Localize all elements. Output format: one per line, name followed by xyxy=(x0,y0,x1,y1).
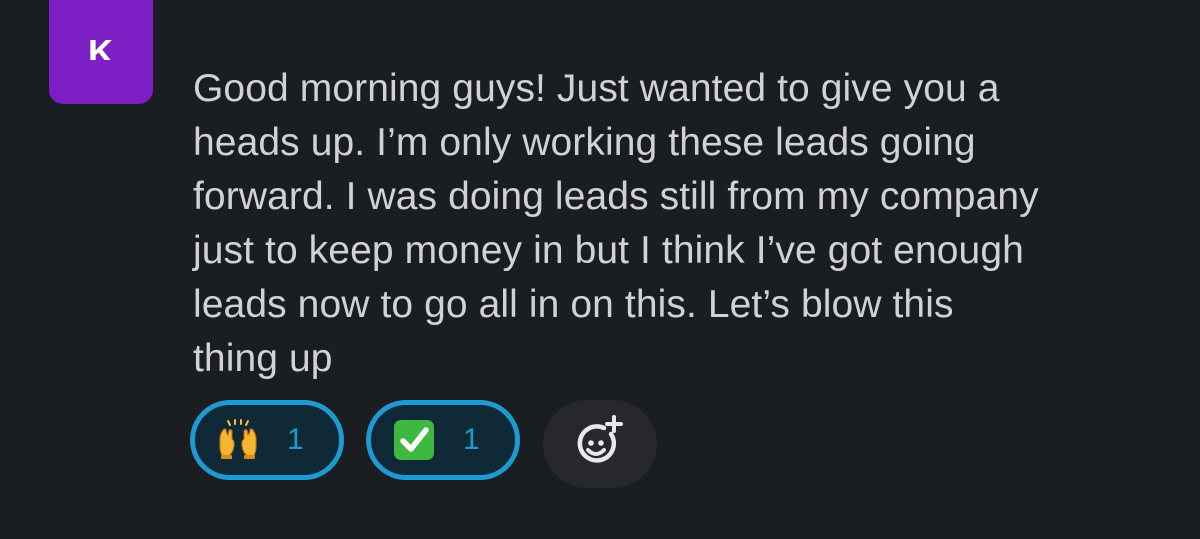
message-text: Good morning guys! Just wanted to give y… xyxy=(193,62,1183,386)
message-line: just to keep money in but I think I’ve g… xyxy=(193,229,1024,272)
reaction-check-mark[interactable]: 1 xyxy=(366,400,520,480)
message-line: forward. I was doing leads still from my… xyxy=(193,175,1039,218)
reaction-count: 1 xyxy=(463,423,480,456)
message-line: leads now to go all in on this. Let’s bl… xyxy=(193,283,954,326)
message-line: thing up xyxy=(193,337,333,380)
message-line: Good morning guys! Just wanted to give y… xyxy=(193,67,1000,110)
white-check-mark-icon xyxy=(394,420,434,460)
raising-hands-icon xyxy=(219,419,257,459)
add-reaction-button[interactable] xyxy=(543,400,657,488)
add-reaction-icon xyxy=(577,415,623,463)
avatar-initial: K xyxy=(49,40,153,60)
reaction-raising-hands[interactable]: 1 xyxy=(190,400,344,480)
avatar[interactable]: K xyxy=(49,0,153,104)
message-line: heads up. I’m only working these leads g… xyxy=(193,121,976,164)
reaction-count: 1 xyxy=(287,423,304,456)
